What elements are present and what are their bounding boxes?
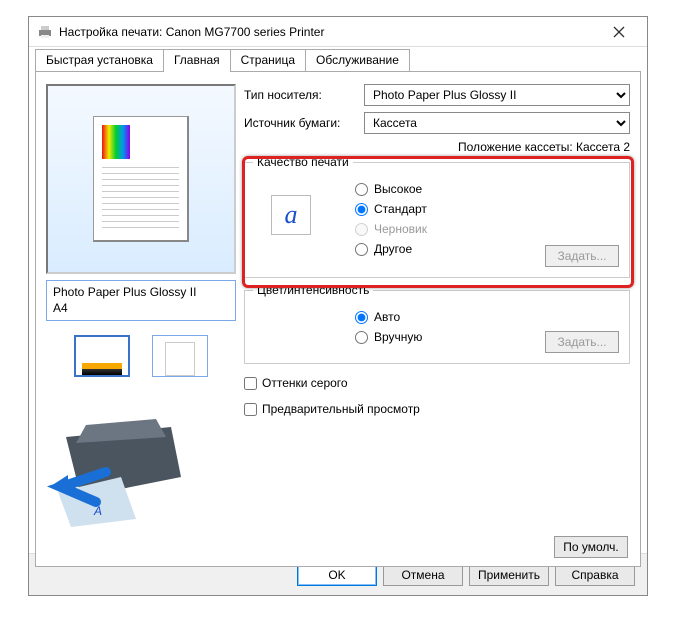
media-type-select[interactable]: Photo Paper Plus Glossy II — [364, 84, 630, 106]
svg-text:A: A — [93, 504, 102, 518]
quality-standard-label: Стандарт — [374, 202, 427, 216]
preview-size: A4 — [53, 301, 68, 315]
paper-source-select[interactable]: Кассета — [364, 112, 630, 134]
color-auto-label: Авто — [374, 310, 400, 324]
grayscale-label: Оттенки серого — [262, 376, 348, 390]
color-set-button: Задать... — [545, 331, 619, 353]
quality-high-radio[interactable] — [355, 183, 368, 196]
defaults-button[interactable]: По умолч. — [554, 536, 628, 558]
preview-checkbox[interactable] — [244, 403, 257, 416]
color-manual-label: Вручную — [374, 330, 422, 344]
tab-page[interactable]: Страница — [230, 49, 306, 71]
tabs: Быстрая установка Главная Страница Обслу… — [29, 47, 647, 71]
titlebar: Настройка печати: Canon MG7700 series Pr… — [29, 17, 647, 47]
tab-maintenance[interactable]: Обслуживание — [305, 49, 410, 71]
preview-checkbox-label: Предварительный просмотр — [262, 402, 420, 416]
printer-illustration: A — [46, 397, 196, 527]
cassette-position-label: Положение кассеты: Кассета 2 — [244, 140, 630, 154]
color-manual-radio[interactable] — [355, 331, 368, 344]
window-title: Настройка печати: Canon MG7700 series Pr… — [59, 25, 599, 39]
media-type-label: Тип носителя: — [244, 88, 364, 102]
page-preview — [46, 84, 236, 274]
print-quality-group: Качество печати a Высокое Стандарт Черно… — [244, 162, 630, 278]
quality-other-label: Другое — [374, 242, 412, 256]
quality-icon: a — [271, 195, 311, 235]
tray-option-1[interactable] — [74, 335, 130, 377]
tab-quick-setup[interactable]: Быстрая установка — [35, 49, 164, 71]
print-quality-legend: Качество печати — [253, 155, 353, 169]
printer-icon — [37, 24, 53, 40]
color-auto-radio[interactable] — [355, 311, 368, 324]
quality-standard-radio[interactable] — [355, 203, 368, 216]
close-button[interactable] — [599, 18, 639, 46]
quality-high-label: Высокое — [374, 182, 422, 196]
grayscale-checkbox[interactable] — [244, 377, 257, 390]
tab-panel-main: Photo Paper Plus Glossy II A4 A Тип носи… — [35, 71, 641, 567]
paper-source-label: Источник бумаги: — [244, 116, 364, 130]
quality-draft-label: Черновик — [374, 222, 427, 236]
color-intensity-legend: Цвет/интенсивность — [253, 283, 373, 297]
quality-set-button: Задать... — [545, 245, 619, 267]
color-intensity-group: Цвет/интенсивность Авто Вручную Задать..… — [244, 290, 630, 364]
preview-media: Photo Paper Plus Glossy II — [53, 285, 196, 299]
quality-other-radio[interactable] — [355, 243, 368, 256]
dialog-window: Настройка печати: Canon MG7700 series Pr… — [28, 16, 648, 596]
tray-option-2[interactable] — [152, 335, 208, 377]
tab-main[interactable]: Главная — [163, 49, 231, 72]
quality-draft-radio — [355, 223, 368, 236]
preview-label: Photo Paper Plus Glossy II A4 — [46, 280, 236, 321]
